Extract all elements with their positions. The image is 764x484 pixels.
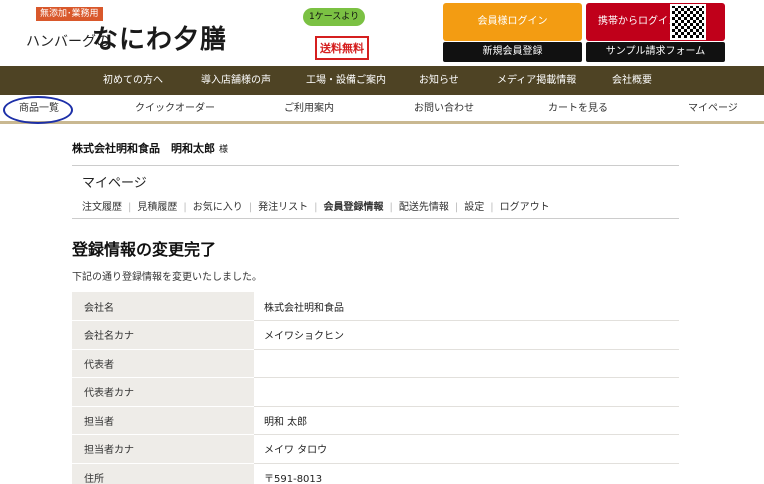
tab-settings[interactable]: 設定: [464, 202, 484, 213]
topnav-news[interactable]: お知らせ: [419, 66, 459, 95]
tab-favorites[interactable]: お気に入り: [193, 202, 243, 213]
subnav-quick-order[interactable]: クイックオーダー: [135, 95, 215, 122]
row-value: メイワ タロウ: [254, 434, 679, 464]
row-label: 担当者: [72, 406, 254, 435]
tab-logout[interactable]: ログアウト: [500, 202, 550, 213]
member-login-button[interactable]: 会員様ログイン: [443, 3, 582, 41]
row-label: 担当者カナ: [72, 434, 254, 464]
tab-divider: |: [389, 202, 393, 213]
mypage-tabs: 注文履歴 | 見積履歴 | お気に入り | 発注リスト | 会員登録情報 | 配送先情報 | 設定 | ログ…: [82, 198, 550, 213]
topnav-first-time[interactable]: 初めての方へ: [103, 66, 163, 95]
row-label: 会社名: [72, 292, 254, 321]
table-row: 担当者 明和 太郎: [72, 406, 679, 435]
table-row: 担当者カナ メイワ タロウ: [72, 434, 679, 464]
topnav-media[interactable]: メディア掲載情報: [497, 66, 576, 95]
row-label: 住所: [72, 463, 254, 484]
site-header: 無添加･業務用 ハンバーグの なにわ夕膳 1ケースより 送料無料 会員様ログイン…: [0, 0, 764, 66]
user-name: 株式会社明和食品 明和太郎: [72, 142, 215, 155]
row-label: 代表者カナ: [72, 377, 254, 407]
mypage-title: マイページ: [82, 176, 147, 191]
tab-divider: |: [314, 202, 318, 213]
tab-order-history[interactable]: 注文履歴: [82, 202, 122, 213]
tab-divider: |: [248, 202, 253, 213]
mobile-login-label: 携帯からログイン: [598, 16, 678, 27]
member-info-table: 会社名 株式会社明和食品 会社名カナ メイワショクヒン 代表者 代表者カナ 担当…: [72, 292, 679, 484]
tab-shipping-info[interactable]: 配送先情報: [399, 202, 449, 213]
promo-free-shipping: 送料無料: [315, 36, 369, 60]
row-value: 〒591-8013: [254, 463, 679, 484]
table-row: 会社名カナ メイワショクヒン: [72, 320, 679, 350]
tab-member-info[interactable]: 会員登録情報: [324, 202, 384, 213]
topnav-testimonials[interactable]: 導入店舗様の声: [201, 66, 271, 95]
tab-divider: |: [454, 202, 459, 213]
table-row: 代表者カナ: [72, 377, 679, 407]
highlight-circle-annotation: [3, 96, 73, 124]
row-value: 株式会社明和食品: [254, 292, 679, 321]
row-value: [254, 377, 679, 407]
qr-code-icon: [670, 4, 706, 40]
top-navigation: 初めての方へ 導入店舗様の声 工場・設備ご案内 お知らせ メディア掲載情報 会社…: [0, 66, 764, 95]
table-row: 代表者: [72, 349, 679, 378]
page-description: 下記の通り登録情報を変更いたしました。: [72, 272, 262, 283]
row-value: メイワショクヒン: [254, 320, 679, 350]
subnav-guide[interactable]: ご利用案内: [284, 95, 334, 122]
subnav-cart[interactable]: カートを見る: [548, 95, 608, 122]
topnav-company[interactable]: 会社概要: [612, 66, 652, 95]
tab-divider: |: [128, 202, 132, 213]
subnav-mypage[interactable]: マイページ: [688, 95, 738, 122]
sub-navigation: 商品一覧 クイックオーダー ご利用案内 お問い合わせ カートを見る マイページ: [0, 95, 764, 124]
sample-request-button[interactable]: サンプル請求フォーム: [586, 42, 725, 62]
new-member-register-button[interactable]: 新規会員登録: [443, 42, 582, 62]
table-row: 住所 〒591-8013: [72, 463, 679, 484]
tab-divider: |: [183, 202, 187, 213]
subnav-contact[interactable]: お問い合わせ: [414, 95, 474, 122]
site-logo[interactable]: 無添加･業務用 ハンバーグの なにわ夕膳: [24, 5, 254, 61]
row-value: 明和 太郎: [254, 406, 679, 435]
topnav-factory[interactable]: 工場・設備ご案内: [306, 66, 386, 95]
page-title: 登録情報の変更完了: [72, 240, 217, 259]
free-shipping-promo: 1ケースより 送料無料: [303, 4, 383, 60]
logo-title: なにわ夕膳: [92, 25, 228, 55]
row-label: 代表者: [72, 349, 254, 378]
tab-estimate-history[interactable]: 見積履歴: [137, 202, 177, 213]
tab-order-list[interactable]: 発注リスト: [258, 202, 308, 213]
user-honorific: 様: [219, 145, 229, 155]
promo-tag: 1ケースより: [303, 8, 366, 26]
user-greeting: 株式会社明和食品 明和太郎様: [72, 140, 228, 156]
tab-divider: |: [490, 202, 494, 213]
row-value: [254, 349, 679, 378]
mypage-panel: マイページ 注文履歴 | 見積履歴 | お気に入り | 発注リスト | 会員登録情報 | 配送先情報…: [72, 165, 679, 219]
row-label: 会社名カナ: [72, 320, 254, 350]
table-row: 会社名 株式会社明和食品: [72, 292, 679, 321]
